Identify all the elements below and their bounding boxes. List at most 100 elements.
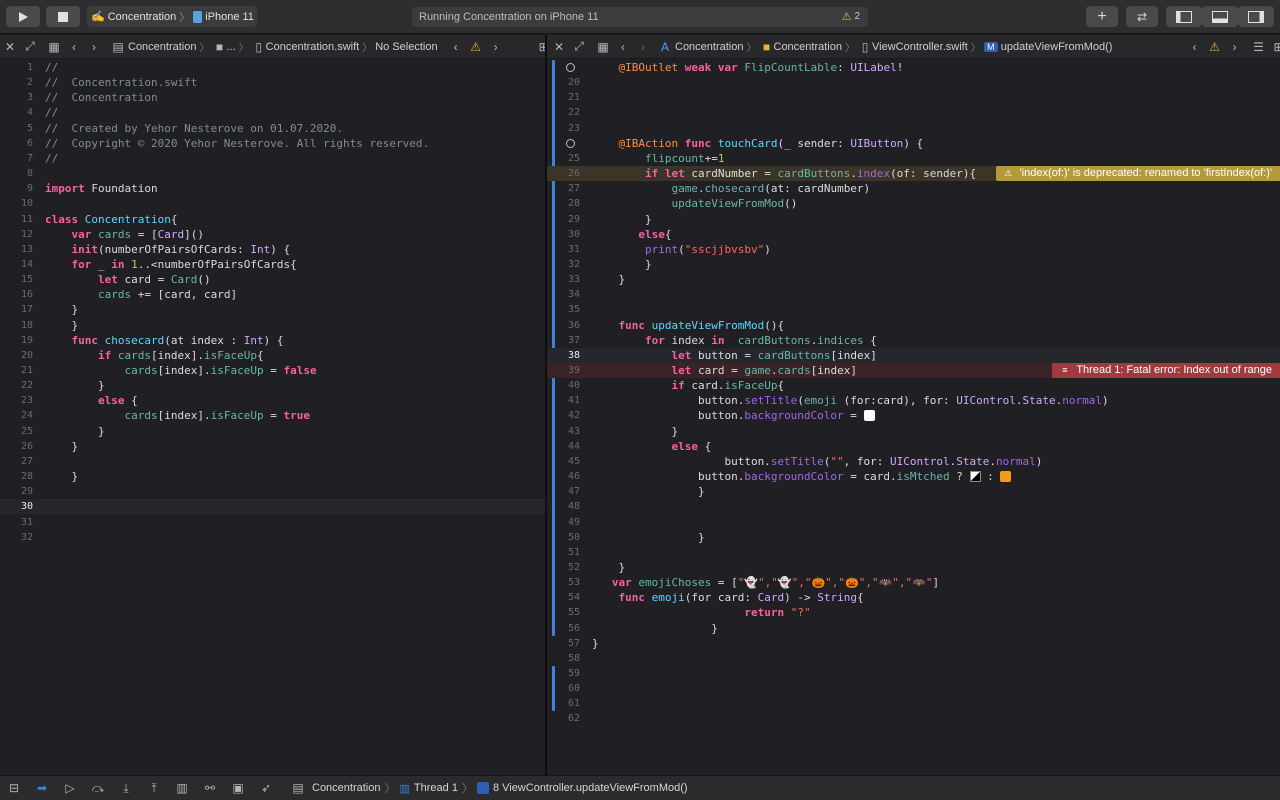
code-line[interactable]: 13 init(numberOfPairsOfCards: Int) { <box>0 242 545 257</box>
code-line[interactable]: 31 <box>0 515 545 530</box>
code-line[interactable]: 49 <box>547 515 1280 530</box>
view-hierarchy-icon[interactable]: ▥ <box>168 781 196 795</box>
left-code-editor[interactable]: 1 // 2 // Concentration.swift 3 // Concentrat… <box>0 60 545 772</box>
expand-icon[interactable]: ⤢ <box>569 39 589 54</box>
error-annotation[interactable]: ≡ Thread 1: Fatal error: Index out of ran… <box>1052 363 1280 378</box>
code-line[interactable]: 8 <box>0 166 545 181</box>
code-line[interactable]: 28 updateViewFromMod() <box>547 196 1280 211</box>
step-over-icon[interactable]: ⤼ <box>84 781 112 796</box>
expand-icon[interactable]: ⤢ <box>20 39 40 54</box>
code-line[interactable]: 10 <box>0 196 545 211</box>
outlet-connection-icon[interactable] <box>566 63 575 72</box>
code-line[interactable]: 30 <box>0 499 545 515</box>
code-line[interactable]: 55 return "?" <box>547 605 1280 620</box>
color-literal-swatch[interactable] <box>969 471 981 483</box>
code-line[interactable]: 23 <box>547 121 1280 136</box>
code-line[interactable]: 32 <box>0 530 545 545</box>
code-line[interactable]: 6 // Copyright © 2020 Yehor Nesterove. Al… <box>0 136 545 151</box>
inspector-toggle-button[interactable] <box>1238 6 1274 27</box>
memory-graph-icon[interactable]: ⚯ <box>196 781 224 795</box>
code-line[interactable]: 4 // <box>0 105 545 120</box>
warning-icon[interactable]: ⚠ <box>466 40 486 54</box>
code-line[interactable]: 41 button.setTitle(emoji (for:card), for… <box>547 393 1280 408</box>
code-line[interactable]: 58 <box>547 651 1280 666</box>
code-line[interactable]: 61 <box>547 696 1280 711</box>
code-line[interactable]: 17 } <box>0 302 545 317</box>
code-line[interactable]: 16 cards += [card, card] <box>0 287 545 302</box>
run-button[interactable] <box>6 6 40 27</box>
breadcrumb-item[interactable]: updateViewFromMod() <box>1001 41 1113 53</box>
back-icon[interactable]: ‹ <box>613 40 633 54</box>
navigator-toggle-button[interactable] <box>1166 6 1202 27</box>
code-line[interactable]: 48 <box>547 499 1280 514</box>
code-line[interactable]: 26 if let cardNumber = cardButtons.index… <box>547 166 1280 182</box>
code-line[interactable]: 21 <box>547 90 1280 105</box>
prev-issue-icon[interactable]: ‹ <box>446 40 466 54</box>
breadcrumb-item[interactable]: ... <box>227 41 236 53</box>
close-icon[interactable]: ✕ <box>549 40 569 54</box>
debug-crumb[interactable]: Concentration <box>312 782 381 794</box>
code-review-button[interactable]: ⇄ <box>1126 6 1158 27</box>
code-line[interactable]: 30 else{ <box>547 227 1280 242</box>
code-line[interactable]: 28 } <box>0 469 545 484</box>
next-issue-icon[interactable]: › <box>486 40 506 54</box>
code-line[interactable]: 44 else { <box>547 439 1280 454</box>
breadcrumb-item[interactable]: Concentration <box>128 41 197 53</box>
right-code-editor[interactable]: @IBOutlet weak var FlipCountLable: UILab… <box>547 60 1280 772</box>
hide-debug-area-icon[interactable]: ⊟ <box>0 781 28 795</box>
debug-crumb[interactable]: Thread 1 <box>414 782 458 794</box>
code-line[interactable]: 33 } <box>547 272 1280 287</box>
code-line[interactable]: 53 var emojiChoses = ["👻","👻","🎃","🎃","🦇… <box>547 575 1280 590</box>
close-icon[interactable]: ✕ <box>0 40 20 54</box>
code-line[interactable]: 42 button.backgroundColor = <box>547 408 1280 423</box>
warning-annotation[interactable]: ⚠ 'index(of:)' is deprecated: renamed to … <box>995 166 1280 182</box>
code-line[interactable]: 39 let card = game.cards[index] ≡ Thread 1… <box>547 363 1280 378</box>
prev-issue-icon[interactable]: ‹ <box>1184 40 1204 54</box>
stop-button[interactable] <box>46 6 80 27</box>
code-line[interactable]: 29 <box>0 484 545 499</box>
code-line[interactable]: 1 // <box>0 60 545 75</box>
code-line[interactable]: 35 <box>547 302 1280 317</box>
step-out-icon[interactable]: ⤒ <box>140 781 168 796</box>
grid-icon[interactable]: ▦ <box>44 40 64 54</box>
code-line[interactable]: 54 func emoji(for card: Card) -> String{ <box>547 590 1280 605</box>
code-line[interactable]: 25 } <box>0 424 545 439</box>
code-line[interactable]: 25 flipcount+=1 <box>547 151 1280 166</box>
breadcrumb-item[interactable]: ViewController.swift <box>872 41 968 53</box>
debug-crumb[interactable]: 8 ViewController.updateViewFromMod() <box>493 782 688 794</box>
code-line[interactable]: 46 button.backgroundColor = card.isMtche… <box>547 469 1280 484</box>
code-line[interactable]: 15 let card = Card() <box>0 272 545 287</box>
code-line[interactable]: 31 print("sscjjbvsbv") <box>547 242 1280 257</box>
color-literal-swatch[interactable] <box>863 410 875 422</box>
code-line[interactable]: 40 if card.isFaceUp{ <box>547 378 1280 393</box>
code-line[interactable]: 45 button.setTitle("", for: UIControl.St… <box>547 454 1280 469</box>
breadcrumb-item[interactable]: No Selection <box>375 41 437 53</box>
breakpoints-toggle-icon[interactable]: ➡ <box>28 781 56 795</box>
code-line[interactable]: 27 game.chosecard(at: cardNumber) <box>547 181 1280 196</box>
minimap-icon[interactable]: ☰ <box>1248 40 1268 54</box>
warning-icon[interactable]: ⚠ <box>1204 40 1224 54</box>
environment-overrides-icon[interactable]: ▣ <box>224 781 252 795</box>
code-line[interactable]: 12 var cards = [Card]() <box>0 227 545 242</box>
code-line[interactable]: @IBOutlet weak var FlipCountLable: UILab… <box>547 60 1280 75</box>
code-line[interactable]: 20 if cards[index].isFaceUp{ <box>0 348 545 363</box>
grid-icon[interactable]: ▦ <box>593 40 613 54</box>
warning-indicator[interactable]: ⚠ 2 <box>842 10 860 23</box>
code-line[interactable]: 2 // Concentration.swift <box>0 75 545 90</box>
code-line[interactable]: 56 } <box>547 621 1280 636</box>
code-line[interactable]: 57} <box>547 636 1280 651</box>
code-line[interactable]: 50 } <box>547 530 1280 545</box>
code-line[interactable]: 34 <box>547 287 1280 302</box>
outlet-connection-icon[interactable] <box>566 138 575 148</box>
code-line[interactable]: 27 <box>0 454 545 469</box>
code-line[interactable]: 20 <box>547 75 1280 90</box>
code-line[interactable]: 43 } <box>547 424 1280 439</box>
code-line[interactable]: 52 } <box>547 560 1280 575</box>
code-line[interactable]: 7 // <box>0 151 545 166</box>
code-line[interactable]: 38 let button = cardButtons[index] <box>547 347 1280 363</box>
add-editor-icon[interactable]: ⊞ <box>1268 40 1280 54</box>
code-line[interactable]: @IBAction func touchCard(_ sender: UIBut… <box>547 136 1280 151</box>
forward-icon[interactable]: › <box>84 40 104 54</box>
forward-icon[interactable]: › <box>633 40 653 54</box>
code-line[interactable]: 21 cards[index].isFaceUp = false <box>0 363 545 378</box>
